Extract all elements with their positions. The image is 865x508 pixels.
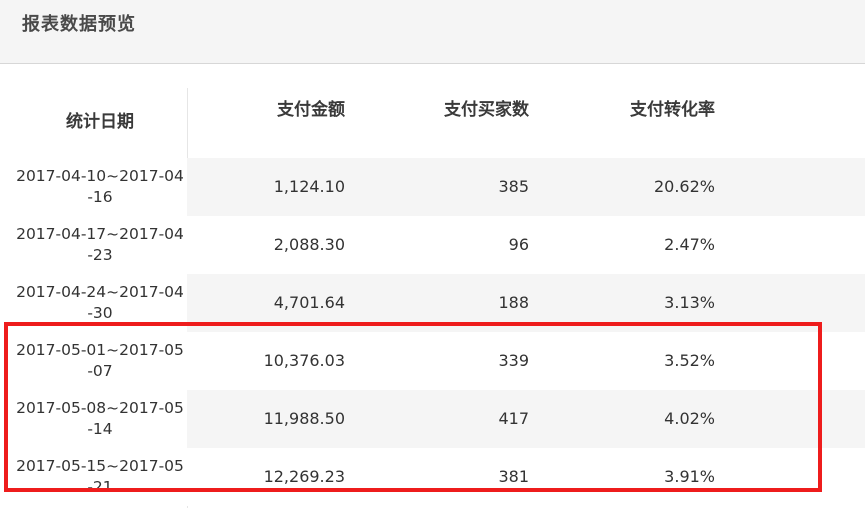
cell-buyers: 385 [498, 177, 529, 196]
table-row: 2017-04-10~2017-04-16 1,124.10 385 20.62… [0, 158, 865, 216]
panel-title: 报表数据预览 [22, 14, 136, 35]
cell-buyers: 381 [498, 467, 529, 486]
header-rate: 支付转化率 [630, 100, 715, 120]
cell-amount: 2,088.30 [273, 235, 345, 254]
cell-amount: 12,269.23 [263, 467, 345, 486]
cell-amount: 10,376.03 [263, 351, 345, 370]
table-row: 2017-05-15~2017-05-21 12,269.23 381 3.91… [0, 448, 865, 506]
cell-date: 2017-04-17~2017-04-23 [16, 225, 184, 264]
cell-rate: 2.47% [664, 235, 715, 254]
table-row: 2017-04-24~2017-04-30 4,701.64 188 3.13% [0, 274, 865, 332]
table-row: 2017-04-17~2017-04-23 2,088.30 96 2.47% [0, 216, 865, 274]
table-row: 2017-05-01~2017-05-07 10,376.03 339 3.52… [0, 332, 865, 390]
cell-date: 2017-05-08~2017-05-14 [16, 399, 184, 438]
table-row: 2017-05-08~2017-05-14 11,988.50 417 4.02… [0, 390, 865, 448]
header-amount: 支付金额 [277, 100, 345, 120]
cell-date: 2017-04-24~2017-04-30 [16, 283, 184, 322]
panel-header: 报表数据预览 [0, 0, 865, 64]
cell-rate: 3.13% [664, 293, 715, 312]
header-buyers: 支付买家数 [444, 100, 529, 120]
header-date: 统计日期 [66, 112, 134, 132]
cell-date: 2017-05-01~2017-05-07 [16, 341, 184, 380]
cell-rate: 4.02% [664, 409, 715, 428]
cell-buyers: 339 [498, 351, 529, 370]
cell-amount: 11,988.50 [263, 409, 345, 428]
cell-rate: 3.91% [664, 467, 715, 486]
cell-buyers: 188 [498, 293, 529, 312]
cell-date: 2017-05-15~2017-05-21 [16, 457, 184, 496]
cell-date: 2017-04-10~2017-04-16 [16, 167, 184, 206]
cell-buyers: 417 [498, 409, 529, 428]
cell-amount: 4,701.64 [273, 293, 345, 312]
cell-buyers: 96 [508, 235, 529, 254]
cell-amount: 1,124.10 [273, 177, 345, 196]
cell-rate: 3.52% [664, 351, 715, 370]
cell-rate: 20.62% [653, 177, 715, 196]
